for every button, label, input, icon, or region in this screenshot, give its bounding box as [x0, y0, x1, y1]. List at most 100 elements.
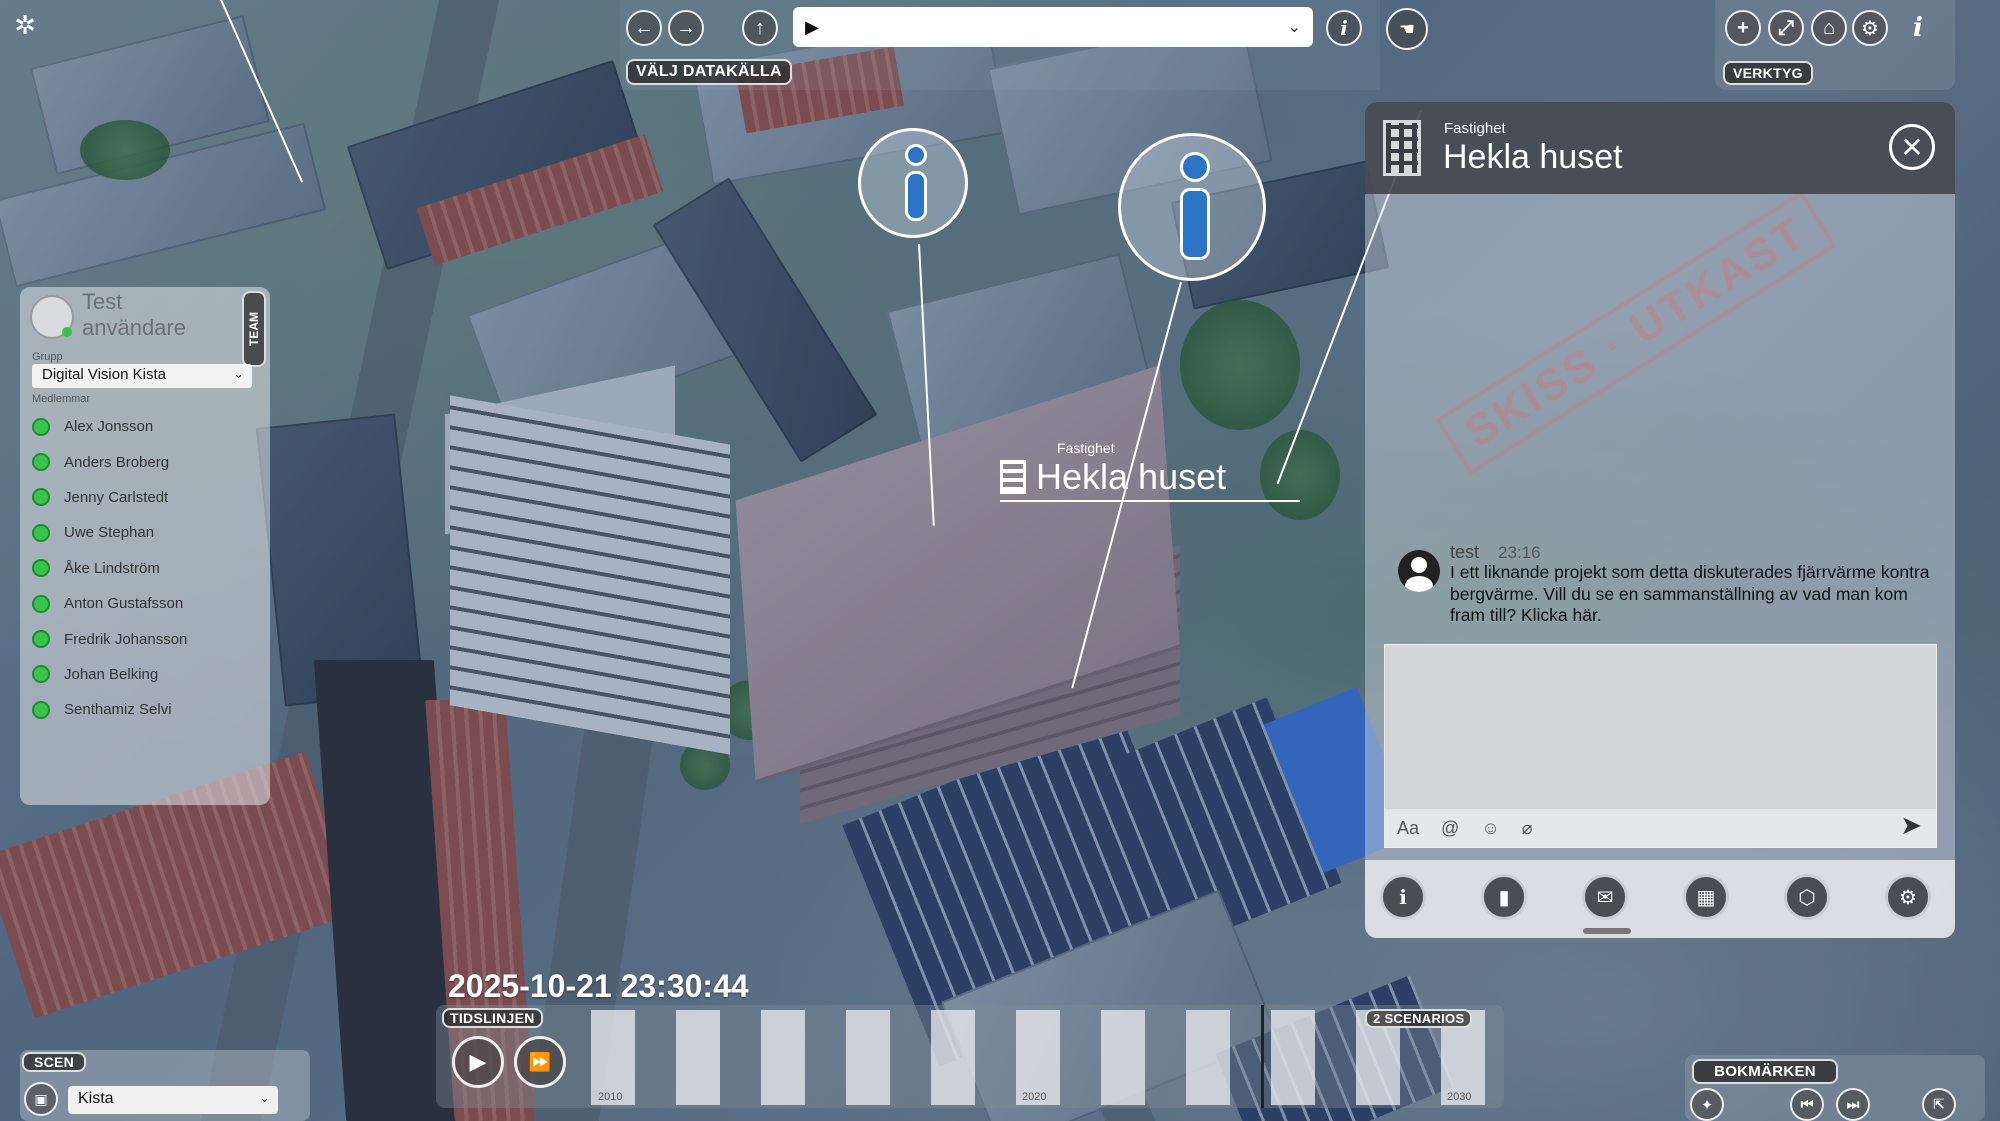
film-icon[interactable]: ▣ [24, 1082, 58, 1116]
scene-label: SCEN [22, 1052, 87, 1072]
scenarios-badge[interactable]: 2 SCENARIOS [1365, 1009, 1473, 1028]
list-item[interactable]: Johan Belking [32, 657, 252, 692]
online-status-icon [32, 630, 50, 649]
online-status-icon [32, 523, 50, 542]
list-item[interactable]: Fredrik Johansson [32, 621, 252, 656]
timeline-label: TIDSLINJEN [442, 1008, 543, 1028]
home-icon[interactable]: ⌂ [1811, 10, 1847, 46]
chevron-down-icon: ⌄ [1287, 19, 1301, 36]
back-arrow-icon[interactable]: ← [626, 10, 662, 46]
timeline-year: 2020 [1022, 1091, 1047, 1103]
gear-icon[interactable]: ⚙ [1852, 10, 1888, 46]
group-value: Digital Vision Kista [42, 366, 166, 383]
user-avatar-icon [1398, 550, 1440, 592]
map-building-label[interactable]: Fastighet Hekla huset [1000, 440, 1300, 502]
info-marker-large[interactable] [1118, 133, 1266, 281]
bookmarks-label: BOKMÄRKEN [1692, 1059, 1838, 1084]
timeline-panel: 2010 2020 2030 [436, 1005, 1504, 1108]
timeline-year: 2030 [1447, 1091, 1472, 1103]
send-icon[interactable]: ➤ [1900, 810, 1922, 841]
member-name: Fredrik Johansson [64, 630, 188, 648]
online-status-icon [32, 594, 50, 613]
mention-icon[interactable]: @ [1441, 818, 1459, 839]
map-label-name: Hekla huset [1036, 456, 1227, 497]
member-name: Uwe Stephan [64, 524, 155, 542]
tab-team[interactable]: TEAM [242, 291, 266, 367]
member-name: Anton Gustafsson [64, 595, 184, 613]
list-item[interactable]: Senthamiz Selvi [32, 692, 252, 727]
fit-view-icon[interactable]: ⤢ [1768, 10, 1804, 46]
list-item[interactable]: Anton Gustafsson [32, 586, 252, 621]
property-tabs: i ▮ ✉ ▦ ⬡ ⚙ [1365, 860, 1955, 938]
scene-value: Kista [78, 1090, 114, 1107]
info-icon[interactable]: i [1326, 10, 1362, 46]
members-list: Alex Jonsson Anders Broberg Jenny Carlst… [32, 409, 252, 728]
scene-select[interactable]: Kista ⌄ [68, 1086, 278, 1114]
member-name: Senthamiz Selvi [64, 701, 172, 719]
text-format-icon[interactable]: Aa [1397, 818, 1419, 839]
online-status-icon [32, 665, 50, 684]
property-panel-header: Fastighet Hekla huset ✕ [1365, 102, 1955, 194]
online-status-icon [32, 488, 50, 507]
comment-author: test [1450, 542, 1480, 562]
info-icon[interactable]: i [1900, 10, 1936, 46]
building-icon [1383, 120, 1421, 176]
group-select[interactable]: Digital Vision Kista ⌄ [32, 364, 252, 388]
member-name: Johan Belking [64, 665, 159, 683]
building-icon [1000, 460, 1026, 494]
comment-time: 23:16 [1498, 543, 1541, 562]
member-name: Jenny Carlstedt [64, 488, 169, 506]
members-label: Medlemmar [32, 393, 91, 405]
datasource-label: VÄLJ DATAKÄLLA [626, 59, 792, 85]
list-item[interactable]: Uwe Stephan [32, 515, 252, 550]
app-logo-icon[interactable]: ✲ [8, 8, 42, 42]
user-name: Test användare [82, 289, 186, 340]
tab-3d-model-icon[interactable]: ⬡ [1784, 874, 1830, 920]
tab-info-icon[interactable]: i [1380, 874, 1426, 920]
compose-toolbar: Aa @ ☺ ⌀ [1385, 809, 1936, 847]
map-label-category: Fastighet [1057, 440, 1115, 456]
property-category: Fastighet [1444, 120, 1506, 137]
list-item[interactable]: Alex Jonsson [32, 409, 252, 444]
team-panel: Test användare TEAM Grupp Digital Vision… [20, 287, 270, 805]
tab-chat-icon[interactable]: ✉ [1582, 874, 1628, 920]
datasource-value: ▶ [805, 16, 819, 37]
add-icon[interactable]: + [1725, 10, 1761, 46]
info-marker-small[interactable] [858, 128, 968, 238]
timeline-cursor[interactable] [1261, 1005, 1264, 1108]
chevron-down-icon: ⌄ [259, 1090, 270, 1105]
bookmark-star-icon[interactable]: ✦ [1690, 1088, 1724, 1121]
previous-bookmark-icon[interactable]: ⏮ [1790, 1088, 1824, 1121]
tools-label: VERKTYG [1723, 61, 1813, 85]
member-name: Åke Lindström [64, 559, 160, 577]
avatar[interactable] [30, 295, 74, 339]
drag-handle[interactable] [1583, 928, 1631, 934]
share-icon[interactable]: ⇱ [1922, 1088, 1956, 1121]
member-name: Alex Jonsson [64, 418, 154, 436]
info-icon [905, 144, 927, 166]
tab-statistics-icon[interactable]: ▮ [1481, 874, 1527, 920]
play-icon[interactable]: ▶ [452, 1036, 504, 1088]
tab-calendar-icon[interactable]: ▦ [1683, 874, 1729, 920]
comment-compose-box[interactable]: Aa @ ☺ ⌀ ➤ [1384, 644, 1937, 848]
close-icon[interactable]: ✕ [1889, 124, 1935, 170]
fast-forward-icon[interactable]: ⏩ [514, 1036, 566, 1088]
online-status-icon [32, 559, 50, 578]
attachment-icon[interactable]: ⌀ [1522, 818, 1533, 839]
hand-pointer-icon[interactable]: ☚ [1386, 8, 1428, 50]
group-label: Grupp [32, 351, 63, 363]
next-bookmark-icon[interactable]: ⏭ [1836, 1088, 1870, 1121]
datasource-select[interactable]: ▶ ⌄ [793, 7, 1313, 47]
upload-arrow-icon[interactable]: ↑ [742, 10, 778, 46]
emoji-icon[interactable]: ☺ [1481, 818, 1499, 839]
forward-arrow-icon[interactable]: → [668, 10, 704, 46]
map-label-underline [1000, 500, 1300, 502]
timeline-year: 2010 [598, 1091, 623, 1103]
tab-settings-icon[interactable]: ⚙ [1885, 874, 1931, 920]
list-item[interactable]: Åke Lindström [32, 551, 252, 586]
comment-text[interactable]: I ett liknande projekt som detta diskute… [1450, 562, 1935, 627]
list-item[interactable]: Jenny Carlstedt [32, 480, 252, 515]
timeline-clock: 2025-10-21 23:30:44 [448, 968, 749, 1004]
list-item[interactable]: Anders Broberg [32, 444, 252, 479]
online-status-icon [32, 453, 50, 472]
